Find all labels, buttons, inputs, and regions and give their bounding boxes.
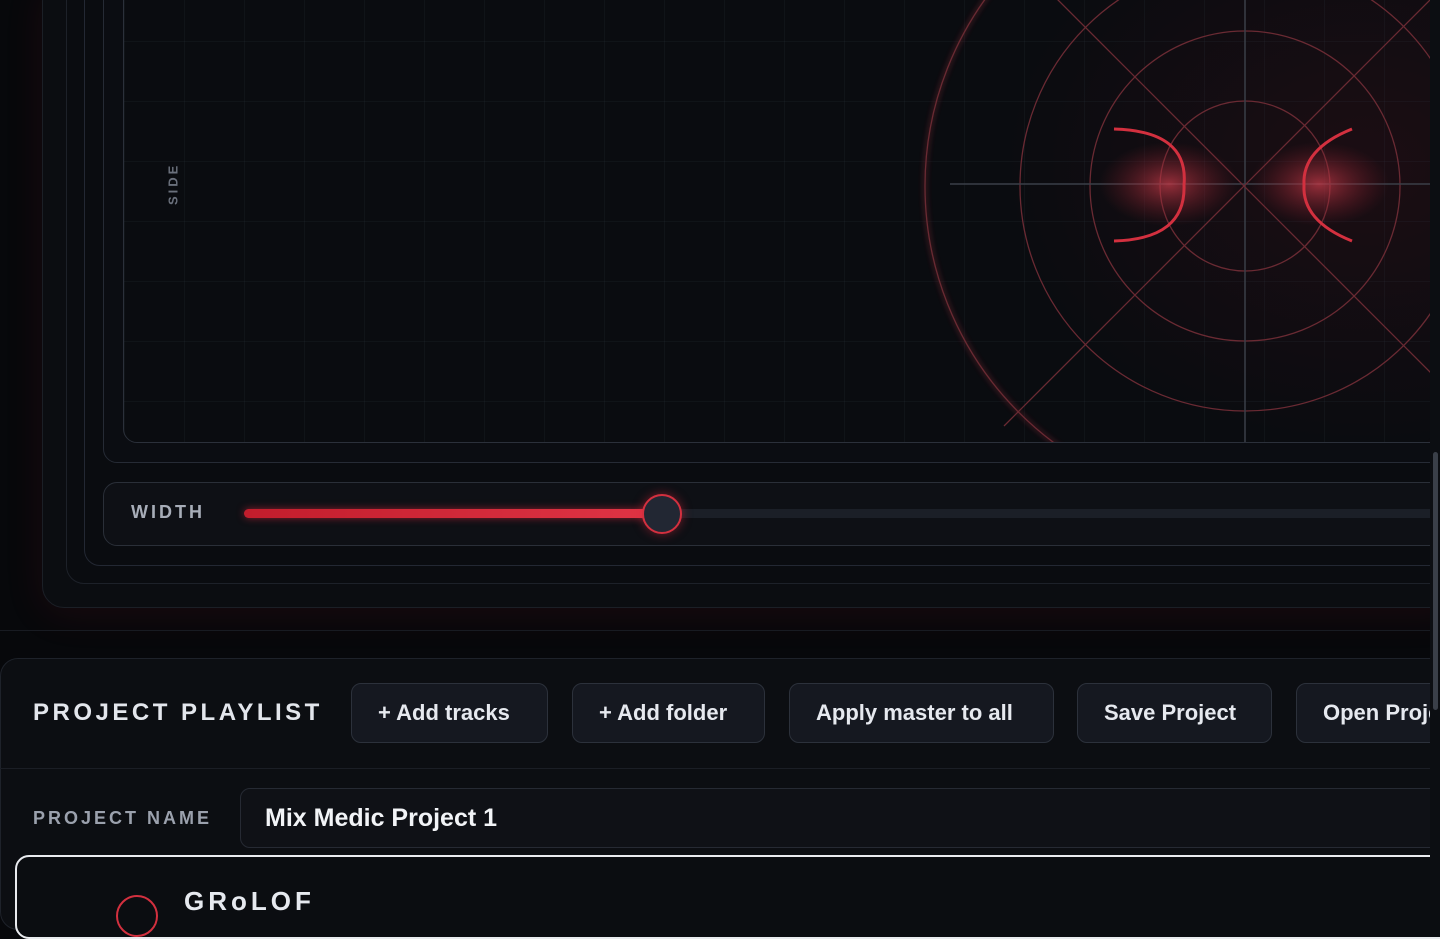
save-project-button[interactable]: Save Project <box>1077 683 1272 743</box>
open-project-button[interactable]: Open Project <box>1296 683 1440 743</box>
add-folder-button[interactable]: + Add folder <box>572 683 765 743</box>
right-lobe <box>1249 142 1389 226</box>
scrollbar-thumb[interactable] <box>1433 452 1438 710</box>
left-lobe <box>1099 142 1239 226</box>
project-name-input[interactable] <box>240 788 1440 848</box>
apply-master-button[interactable]: Apply master to all <box>789 683 1054 743</box>
width-slider[interactable] <box>244 494 1440 534</box>
project-name-label: PROJECT NAME <box>33 808 213 828</box>
side-axis-label: SIDE <box>165 162 181 206</box>
section-divider <box>0 630 1440 631</box>
panel-separator <box>0 768 1440 769</box>
scope-diagonals <box>1003 0 1440 427</box>
track-name: GRoLOF <box>184 886 315 916</box>
width-slider-fill <box>244 509 661 518</box>
width-label: WIDTH <box>131 502 205 522</box>
track-status-dot <box>116 895 158 937</box>
stereo-scope <box>123 0 1440 443</box>
add-tracks-button[interactable]: + Add tracks <box>351 683 548 743</box>
playlist-title: PROJECT PLAYLIST <box>33 699 323 726</box>
scope-visual <box>924 0 1440 442</box>
page-scrollbar[interactable] <box>1430 0 1440 900</box>
